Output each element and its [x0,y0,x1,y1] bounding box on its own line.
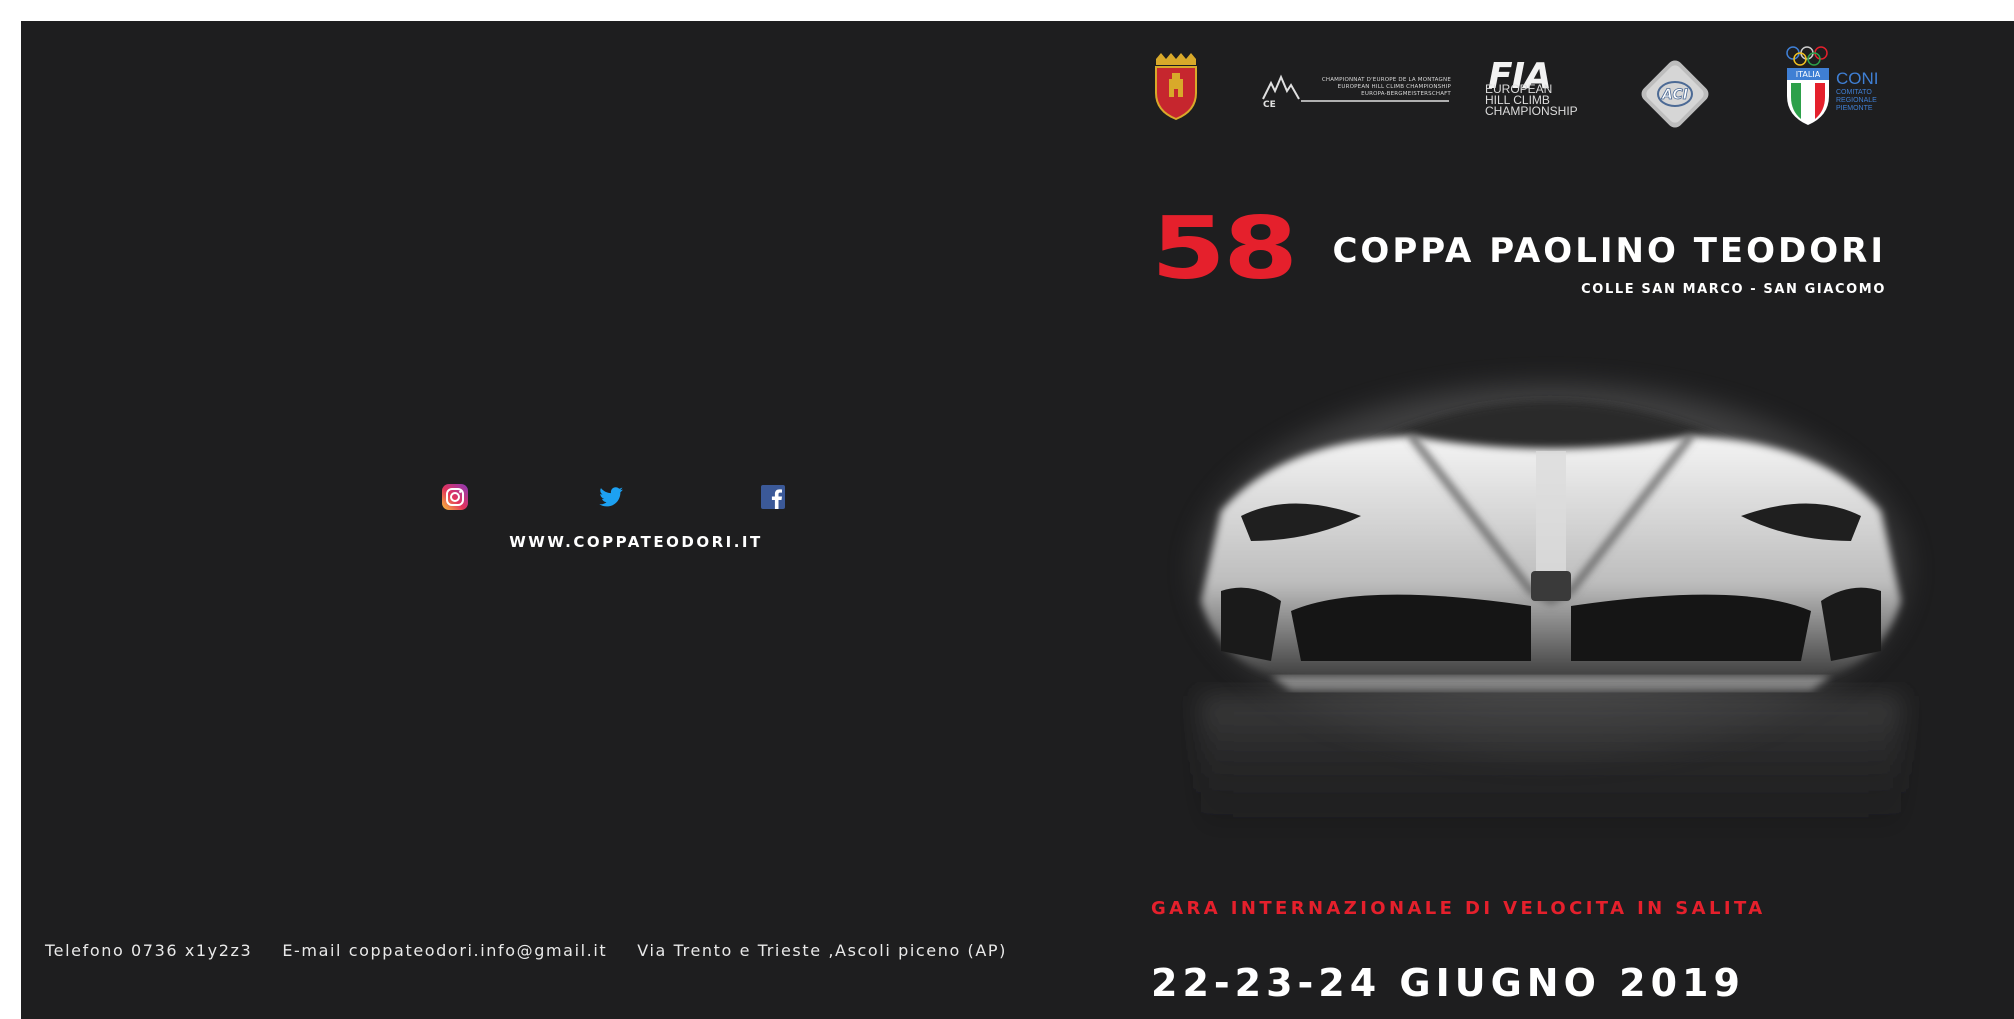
hill-climb-text: CHAMPIONNAT D'EUROPE DE LA MONTAGNE EURO… [1321,77,1451,97]
website-link[interactable]: WWW.COPPATEODORI.IT [421,533,851,551]
social-links [21,461,1121,531]
hill-climb-logo-text: CHAMPIONNAT D'EUROPE DE LA MONTAGNE EURO… [1311,77,1451,98]
italia-label: ITALIA [1796,70,1821,79]
coat-of-arms-logo [1155,53,1197,121]
instagram-icon[interactable] [440,482,470,512]
twitter-icon[interactable] [596,482,626,512]
event-title: COPPA PAOLINO TEODORI [1332,231,1886,271]
facebook-icon[interactable] [758,482,788,512]
edition-number: 58 [1151,199,1298,299]
aci-logo: ACI [1641,60,1709,128]
brochure-cover: WWW.COPPATEODORI.IT Telefono 0736 x1y2z3… [21,21,2014,1019]
phone-number: Telefono 0736 x1y2z3 [45,941,253,960]
svg-text:ACI: ACI [1661,87,1688,103]
email-address[interactable]: E-mail coppateodori.info@gmail.it [282,941,607,960]
coni-logo-mark: CONI [1836,69,1879,88]
race-type: GARA INTERNAZIONALE DI VELOCITA IN SALIT… [1151,898,1766,919]
contact-info: Telefono 0736 x1y2z3 E-mail coppateodori… [45,941,1007,960]
coni-logo-text: COMITATO REGIONALE PIEMONTE [1836,89,1877,112]
fia-logo-text: EUROPEAN HILL CLIMB CHAMPIONSHIP [1485,82,1578,118]
event-subtitle: COLLE SAN MARCO - SAN GIACOMO [1581,282,1886,297]
postal-address: Via Trento e Trieste ,Ascoli piceno (AP) [637,941,1008,960]
svg-text:CE: CE [1263,100,1276,109]
race-car-image [1191,381,1911,836]
race-dates: 22-23-24 GIUGNO 2019 [1151,961,1745,1005]
